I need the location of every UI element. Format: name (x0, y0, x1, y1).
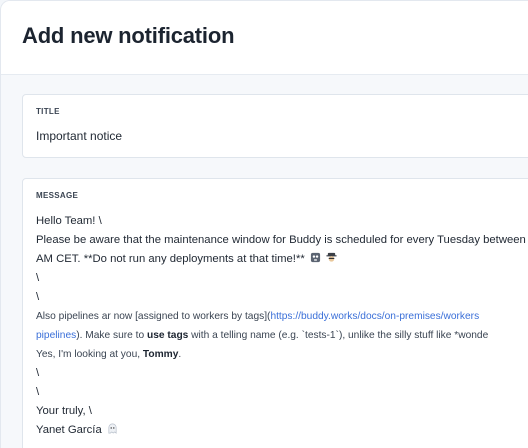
message-line: Yanet García (36, 421, 526, 440)
message-line: AM CET. **Do not run any deployments at … (36, 250, 526, 269)
message-line: Hello Team! \ (36, 215, 102, 227)
title-input[interactable]: Important notice (36, 129, 122, 143)
docs-link-continued[interactable]: pipelines (36, 330, 76, 341)
message-line: Please be aware that the maintenance win… (36, 234, 526, 246)
add-notification-dialog: Add new notification TITLE Important not… (0, 0, 528, 448)
dialog-header: Add new notification (1, 1, 528, 75)
skull-crossbones-icon (310, 252, 320, 263)
message-field[interactable]: MESSAGE Hello Team! \ Please be aware th… (22, 178, 528, 448)
message-field-label: MESSAGE (36, 191, 79, 200)
message-line: pipelines). Make sure to use tags with a… (36, 330, 489, 341)
title-field[interactable]: TITLE Important notice (22, 94, 528, 158)
message-line: \ (36, 291, 40, 303)
dialog-title: Add new notification (22, 23, 235, 48)
message-line: Yes, I'm looking at you, Tommy. (36, 349, 182, 360)
docs-link[interactable]: https://buddy.works/docs/on-premises/wor… (270, 311, 479, 322)
detective-icon (326, 252, 337, 262)
title-field-label: TITLE (36, 107, 60, 116)
ghost-icon (108, 423, 117, 434)
message-line: Also pipelines ar now [assigned to worke… (36, 311, 480, 322)
message-line: \ (36, 386, 40, 398)
message-line: \ (36, 272, 40, 284)
message-textarea[interactable]: Hello Team! \ Please be aware that the m… (36, 212, 526, 440)
message-line: Your truly, \ (36, 405, 92, 417)
message-line: \ (36, 367, 40, 379)
